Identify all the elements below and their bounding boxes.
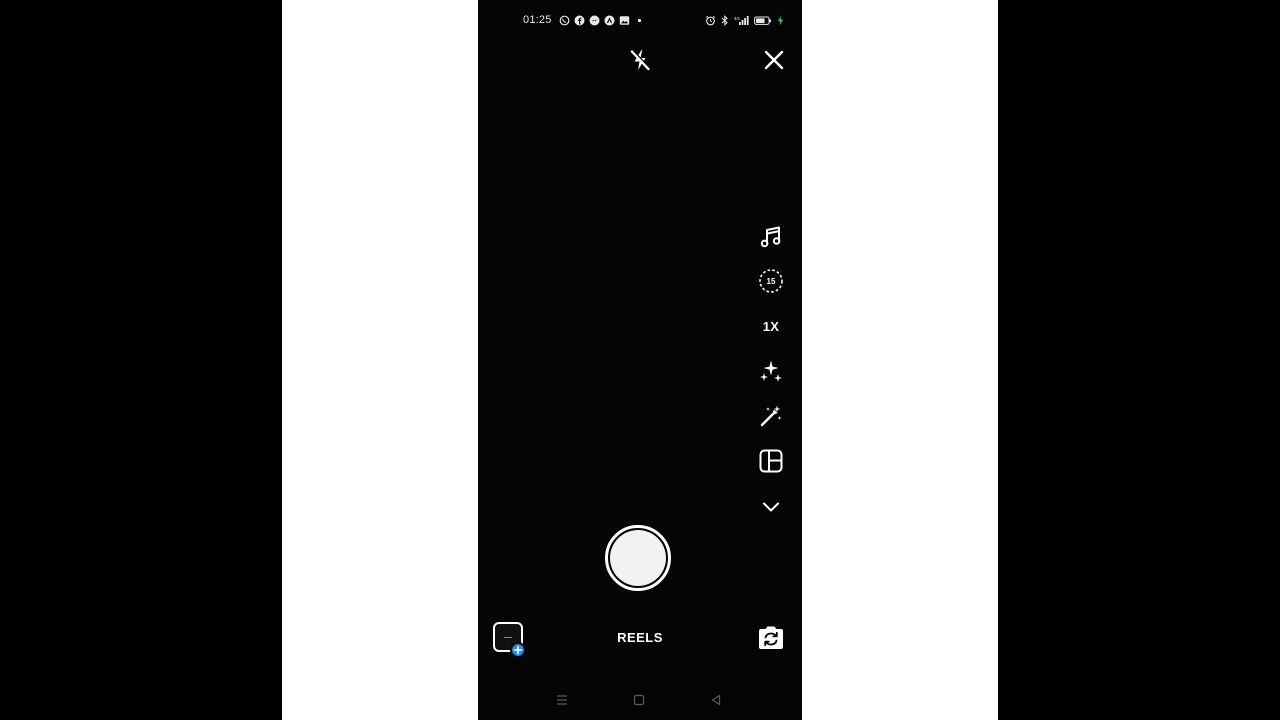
battery-icon <box>754 15 772 29</box>
home-button[interactable] <box>631 692 647 708</box>
flash-off-icon <box>630 49 651 71</box>
right-white-border <box>802 0 998 720</box>
back-button[interactable] <box>708 692 724 708</box>
bluetooth-icon <box>721 14 729 29</box>
home-square-icon <box>633 694 645 706</box>
touch-up-button[interactable] <box>755 400 787 432</box>
flash-toggle-button[interactable] <box>626 46 654 74</box>
app-icon <box>604 15 615 26</box>
chevron-down-icon <box>763 502 779 512</box>
svg-text:4G: 4G <box>734 16 741 21</box>
camera-flip-icon <box>759 626 783 649</box>
whatsapp-icon <box>559 15 570 26</box>
camera-mode-reels[interactable]: REELS <box>590 630 690 645</box>
audio-button[interactable] <box>755 221 787 253</box>
music-note-icon <box>760 226 781 248</box>
effects-button[interactable] <box>755 355 787 387</box>
close-camera-button[interactable] <box>761 47 787 73</box>
gallery-thumbnail <box>504 637 512 638</box>
plus-icon <box>513 645 523 655</box>
magic-wand-icon <box>760 405 782 427</box>
menu-icon <box>557 695 567 705</box>
status-bar: 01:25 4G <box>478 10 802 32</box>
camera-viewfinder: 01:25 4G 15 1X REELS <box>478 0 802 720</box>
more-dot-icon <box>634 15 645 26</box>
recents-button[interactable] <box>554 692 570 708</box>
layout-icon <box>759 449 783 473</box>
close-icon <box>764 50 784 70</box>
gallery-add-badge <box>510 642 526 658</box>
system-navigation-bar <box>478 688 802 712</box>
shutter-inner <box>610 530 666 586</box>
speed-label: 1X <box>762 318 780 334</box>
messenger-icon <box>589 15 600 26</box>
more-tools-button[interactable] <box>755 491 787 523</box>
back-triangle-icon <box>711 694 721 706</box>
screen-recording-frame: 01:25 4G 15 1X REELS <box>0 0 1280 720</box>
layout-button[interactable] <box>755 445 787 477</box>
timer-icon: 15 <box>759 269 783 293</box>
charging-icon <box>777 15 784 29</box>
facebook-icon <box>574 15 585 26</box>
timer-button[interactable]: 15 <box>755 265 787 297</box>
signal-icon: 4G <box>734 15 749 29</box>
status-notification-icons <box>559 15 645 26</box>
status-system-icons: 4G <box>705 14 784 29</box>
record-shutter-button[interactable] <box>605 525 671 591</box>
sparkles-icon <box>760 360 782 382</box>
gallery-notification-icon <box>619 15 630 26</box>
left-white-border <box>282 0 478 720</box>
timer-value: 15 <box>767 277 776 286</box>
speed-button[interactable]: 1X <box>755 310 787 342</box>
flip-camera-button[interactable] <box>755 622 787 654</box>
alarm-icon <box>705 15 716 29</box>
status-time: 01:25 <box>523 14 552 26</box>
